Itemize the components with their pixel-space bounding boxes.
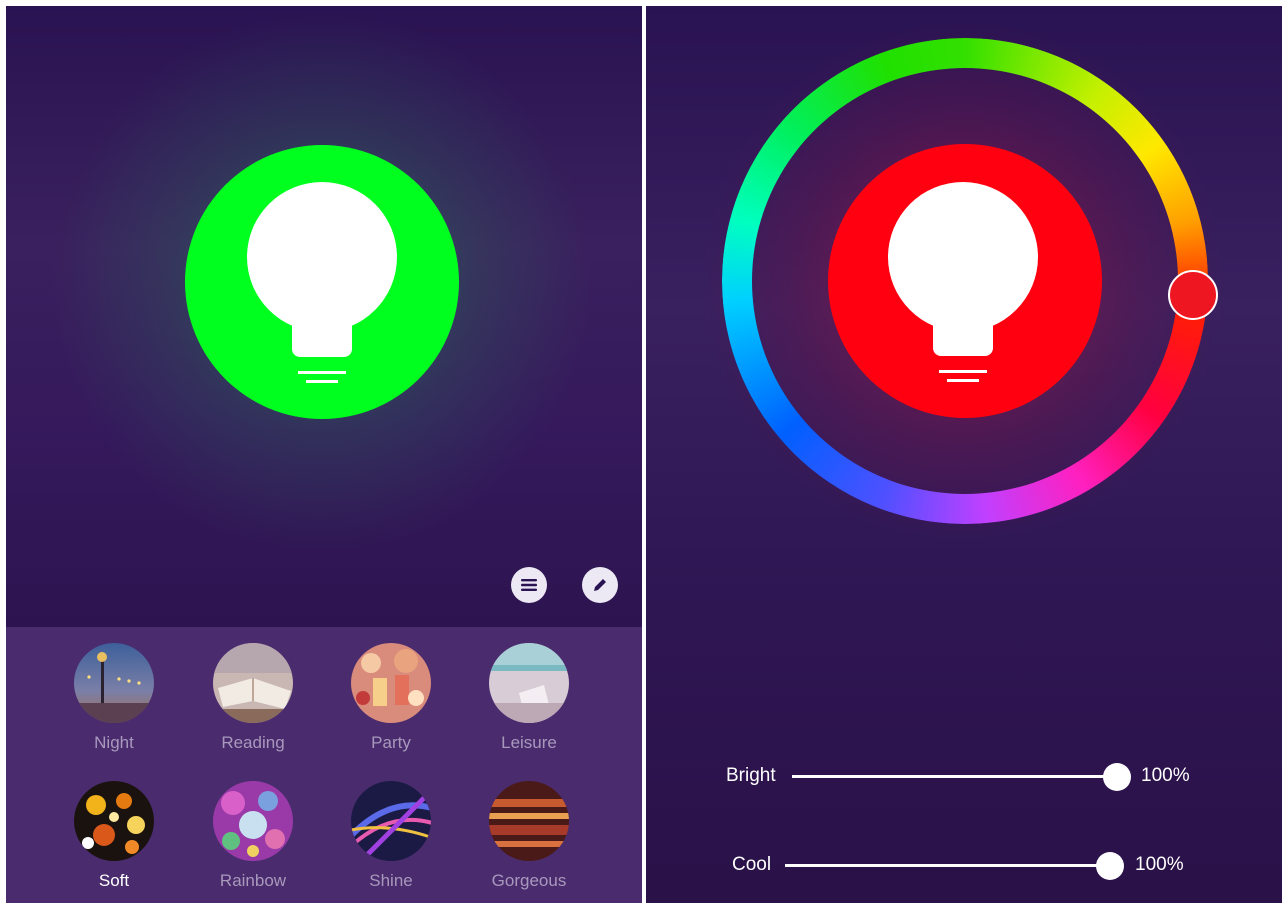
bright-label: Bright <box>726 765 776 786</box>
scene-shine-thumbnail <box>351 781 431 861</box>
scene-night[interactable]: Night <box>59 643 169 753</box>
cool-value: 100% <box>1135 854 1184 875</box>
scene-panel: Night Reading Party Leisure Soft Rainbow… <box>6 6 642 903</box>
scene-party-thumbnail <box>351 643 431 723</box>
scene-grid: Night Reading Party Leisure Soft Rainbow… <box>6 627 642 903</box>
scene-reading[interactable]: Reading <box>198 643 308 753</box>
scene-gorgeous[interactable]: Gorgeous <box>474 781 584 891</box>
bright-slider-track[interactable] <box>792 775 1118 778</box>
scene-shine[interactable]: Shine <box>336 781 446 891</box>
bulb-power-button[interactable] <box>185 145 459 419</box>
scene-rainbow[interactable]: Rainbow <box>198 781 308 891</box>
pencil-icon <box>594 579 606 591</box>
cool-label: Cool <box>732 854 772 875</box>
list-icon <box>521 579 537 591</box>
bright-slider-knob[interactable] <box>1103 763 1131 791</box>
scene-party-label: Party <box>371 733 411 752</box>
edit-button[interactable] <box>582 567 618 603</box>
scene-soft-thumbnail <box>74 781 154 861</box>
scene-gorgeous-thumbnail <box>489 781 569 861</box>
cool-slider-row: Cool 100% <box>726 851 1226 881</box>
cool-slider-track[interactable] <box>785 864 1111 867</box>
lightbulb-icon <box>247 182 397 383</box>
scene-leisure-thumbnail <box>489 643 569 723</box>
scene-rainbow-thumbnail <box>213 781 293 861</box>
scene-night-label: Night <box>94 733 134 752</box>
scene-soft[interactable]: Soft <box>59 781 169 891</box>
scene-reading-thumbnail <box>213 643 293 723</box>
scene-leisure[interactable]: Leisure <box>474 643 584 753</box>
scene-soft-label: Soft <box>98 871 130 890</box>
scene-leisure-label: Leisure <box>501 733 557 752</box>
scene-gorgeous-label: Gorgeous <box>491 871 567 890</box>
scene-party[interactable]: Party <box>336 643 446 753</box>
scene-rainbow-label: Rainbow <box>219 871 287 890</box>
cool-slider-knob[interactable] <box>1096 852 1124 880</box>
scene-reading-label: Reading <box>221 733 285 752</box>
color-panel: Bright 100% Cool 100% <box>646 6 1282 903</box>
scene-night-thumbnail <box>74 643 154 723</box>
scene-shine-label: Shine <box>369 871 413 890</box>
bulb-preview <box>828 144 1102 418</box>
bright-value: 100% <box>1141 765 1190 786</box>
list-button[interactable] <box>511 567 547 603</box>
color-wheel-handle[interactable] <box>1168 270 1218 320</box>
lightbulb-icon <box>888 182 1038 382</box>
bright-slider-row: Bright 100% <box>726 762 1226 792</box>
